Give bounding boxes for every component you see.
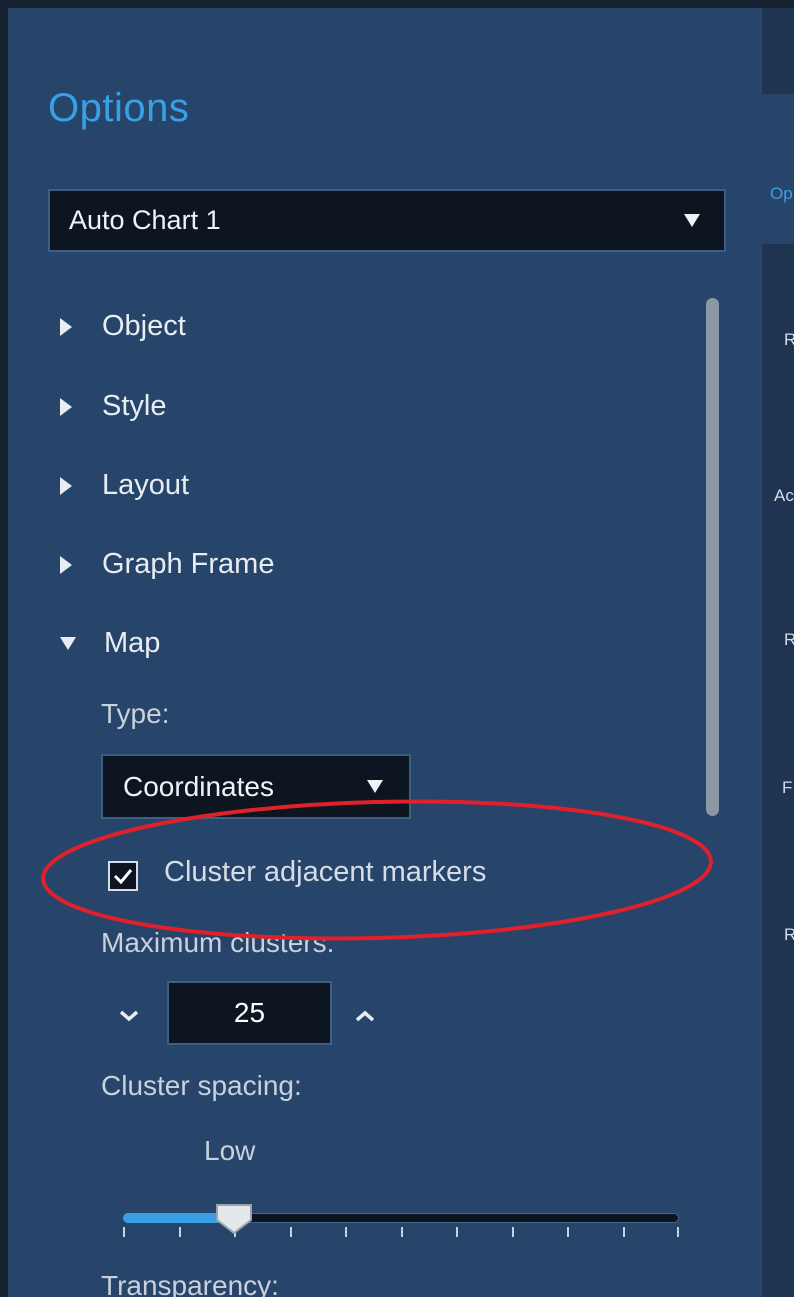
right-tab-label[interactable]: Op bbox=[770, 184, 793, 204]
max-clusters-input[interactable]: 25 bbox=[167, 981, 332, 1045]
type-label: Type: bbox=[101, 698, 170, 729]
slider-tick bbox=[567, 1227, 569, 1237]
right-strip-text: R bbox=[784, 630, 794, 649]
section-graph-frame[interactable]: Graph Frame bbox=[60, 548, 274, 581]
section-graph-frame-label: Graph Frame bbox=[102, 548, 275, 580]
triangle-right-icon bbox=[60, 317, 72, 336]
section-style[interactable]: Style bbox=[60, 390, 166, 423]
right-strip-text: R bbox=[784, 330, 794, 349]
slider-tick bbox=[623, 1227, 625, 1237]
window-left-edge bbox=[0, 0, 8, 1297]
slider-tick bbox=[677, 1227, 679, 1237]
triangle-right-icon bbox=[60, 476, 72, 495]
window-top-bar bbox=[0, 0, 794, 8]
right-strip-text: R bbox=[784, 925, 794, 944]
transparency-label: Transparency: bbox=[101, 1270, 279, 1297]
slider-tick bbox=[290, 1227, 292, 1237]
chevron-down-icon bbox=[119, 1010, 139, 1022]
right-strip-text: F bbox=[782, 778, 793, 797]
triangle-right-icon bbox=[60, 555, 72, 574]
cluster-checkbox-label[interactable]: Cluster adjacent markers bbox=[164, 856, 486, 889]
slider-tick bbox=[512, 1227, 514, 1237]
section-layout[interactable]: Layout bbox=[60, 469, 189, 502]
right-panel-tab[interactable] bbox=[762, 94, 794, 244]
triangle-right-icon bbox=[60, 397, 72, 416]
object-select[interactable]: Auto Chart 1 bbox=[48, 189, 726, 252]
decrement-button[interactable] bbox=[118, 1005, 140, 1027]
cluster-spacing-label: Cluster spacing: bbox=[101, 1070, 302, 1101]
right-strip-text: Ac bbox=[774, 486, 794, 505]
object-select-value: Auto Chart 1 bbox=[69, 205, 221, 235]
cluster-checkbox[interactable] bbox=[108, 861, 138, 891]
cluster-spacing-slider-thumb[interactable] bbox=[214, 1202, 254, 1236]
cluster-spacing-value: Low bbox=[204, 1135, 256, 1166]
map-type-value: Coordinates bbox=[123, 770, 274, 802]
panel-title: Options bbox=[48, 86, 190, 130]
section-style-label: Style bbox=[102, 390, 167, 422]
map-type-select[interactable]: Coordinates bbox=[101, 754, 411, 819]
section-map-label: Map bbox=[104, 627, 161, 659]
slider-tick bbox=[401, 1227, 403, 1237]
section-map[interactable]: Map bbox=[60, 627, 160, 660]
right-panel-edge: Op R Ac R F R bbox=[762, 8, 794, 1297]
panel-scrollbar[interactable] bbox=[706, 298, 719, 816]
increment-button[interactable] bbox=[354, 1005, 376, 1027]
slider-tick bbox=[179, 1227, 181, 1237]
triangle-down-icon bbox=[60, 637, 76, 650]
caret-down-icon bbox=[367, 780, 383, 793]
chevron-up-icon bbox=[355, 1010, 375, 1022]
section-object[interactable]: Object bbox=[60, 310, 186, 343]
max-clusters-label: Maximum clusters: bbox=[101, 927, 335, 958]
caret-down-icon bbox=[684, 214, 700, 227]
slider-tick bbox=[456, 1227, 458, 1237]
checkmark-icon bbox=[113, 869, 133, 885]
options-panel: Options Auto Chart 1 Object Style Layout… bbox=[8, 8, 762, 1297]
slider-tick bbox=[345, 1227, 347, 1237]
section-object-label: Object bbox=[102, 310, 186, 342]
section-layout-label: Layout bbox=[102, 469, 190, 501]
slider-tick bbox=[123, 1227, 125, 1237]
